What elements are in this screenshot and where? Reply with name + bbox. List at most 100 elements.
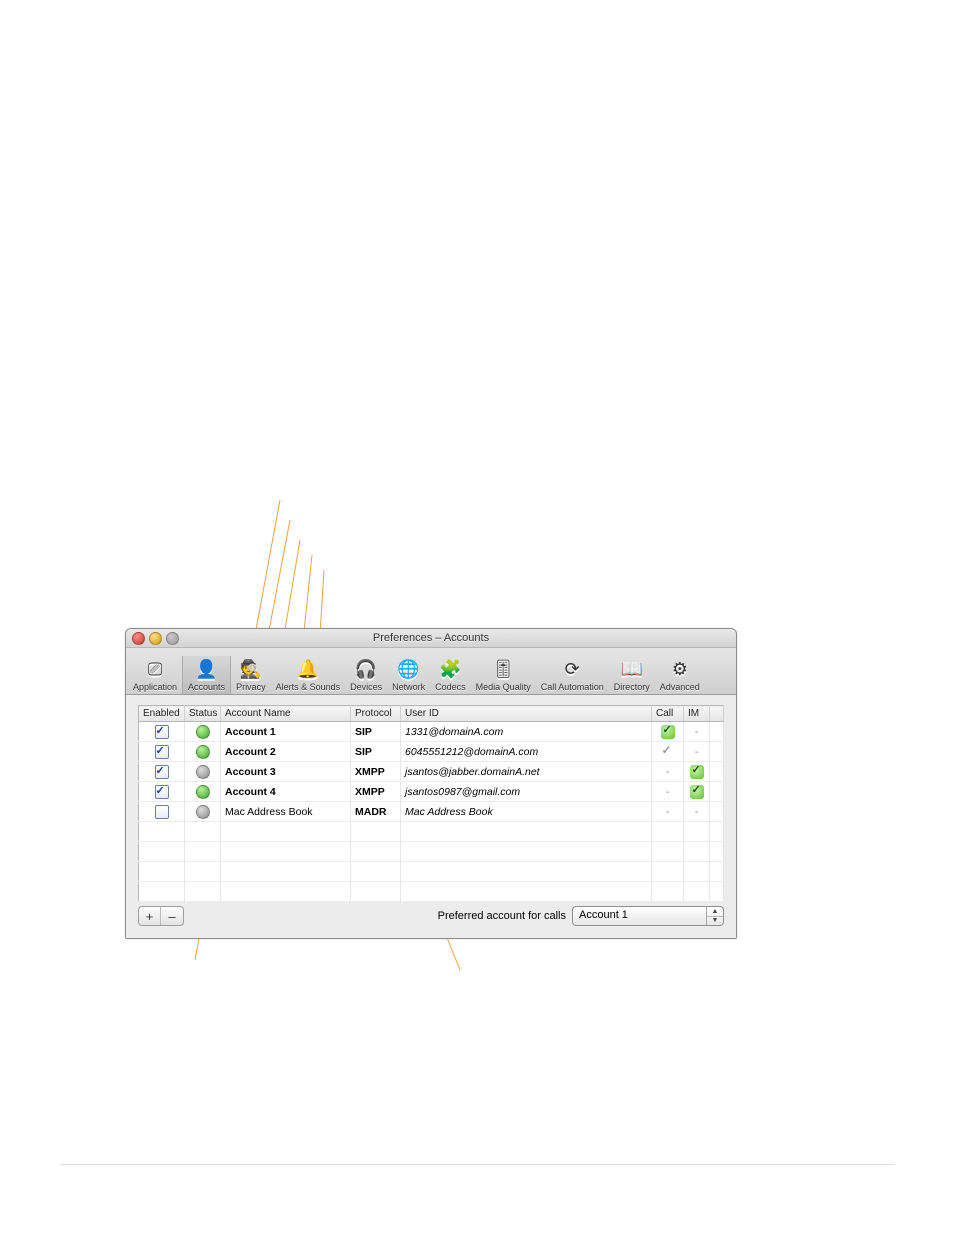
tab-label: Network [392, 682, 425, 692]
zoom-icon[interactable] [166, 632, 179, 645]
tab-accounts[interactable]: 👤Accounts [182, 656, 231, 694]
table-row[interactable]: Account 3XMPPjsantos@jabber.domainA.net- [139, 762, 724, 782]
account-name: Account 2 [225, 746, 276, 758]
dash-icon: - [666, 787, 669, 798]
table-row[interactable]: Account 2 SIP 6045551212@domainA.com - [139, 742, 724, 762]
preferred-account-value: Account 1 [573, 907, 706, 925]
stepper-icon: ▲▼ [706, 907, 723, 925]
callauto-icon: ⟳ [558, 656, 586, 682]
tab-label: Privacy [236, 682, 266, 692]
enabled-checkbox[interactable] [155, 725, 169, 739]
window-title: Preferences – Accounts [126, 629, 736, 647]
tab-label: Application [133, 682, 177, 692]
status-dot-icon [196, 765, 210, 779]
col-enabled[interactable]: Enabled [139, 706, 185, 722]
devices-icon: 🎧 [352, 656, 380, 682]
table-row[interactable]: Account 1 SIP 1331@domainA.com - [139, 722, 724, 742]
col-status[interactable]: Status [185, 706, 221, 722]
network-icon: 🌐 [395, 656, 423, 682]
user-id: 1331@domainA.com [405, 726, 503, 738]
remove-account-button[interactable]: – [161, 907, 183, 925]
preferred-account-select[interactable]: Account 1 ▲▼ [572, 906, 724, 926]
tab-advanced[interactable]: ⚙Advanced [655, 656, 705, 694]
col-im[interactable]: IM [684, 706, 710, 722]
prefs-toolbar: ⎚Application👤Accounts🕵️Privacy🔔Alerts & … [126, 648, 736, 695]
alerts-icon: 🔔 [294, 656, 322, 682]
tab-label: Accounts [188, 682, 225, 692]
col-scroll-spacer [710, 706, 724, 722]
account-name: Account 1 [225, 726, 276, 738]
enabled-checkbox[interactable] [155, 745, 169, 759]
tab-privacy[interactable]: 🕵️Privacy [231, 656, 271, 694]
codecs-icon: 🧩 [436, 656, 464, 682]
dash-icon: - [695, 727, 698, 738]
dash-icon: - [666, 767, 669, 778]
tab-label: Directory [614, 682, 650, 692]
enabled-checkbox[interactable] [155, 765, 169, 779]
preferred-account-label: Preferred account for calls [438, 910, 566, 922]
tab-devices[interactable]: 🎧Devices [345, 656, 387, 694]
tab-directory[interactable]: 📖Directory [609, 656, 655, 694]
protocol: SIP [355, 746, 372, 758]
directory-icon: 📖 [618, 656, 646, 682]
tab-label: Devices [350, 682, 382, 692]
advanced-icon: ⚙ [666, 656, 694, 682]
user-id: 6045551212@domainA.com [405, 746, 538, 758]
tab-label: Advanced [660, 682, 700, 692]
table-row-empty [139, 862, 724, 882]
tab-application[interactable]: ⎚Application [128, 656, 182, 694]
add-remove-group: + – [138, 906, 184, 926]
tab-codecs[interactable]: 🧩Codecs [430, 656, 471, 694]
page-footer-rule [60, 1164, 894, 1165]
check-green-icon [690, 765, 704, 779]
tab-callauto[interactable]: ⟳Call Automation [536, 656, 609, 694]
col-userid[interactable]: User ID [401, 706, 652, 722]
check-gray-icon [661, 745, 675, 759]
protocol: XMPP [355, 786, 385, 798]
accounts-table: Enabled Status Account Name Protocol Use… [138, 705, 724, 902]
tab-label: Alerts & Sounds [276, 682, 341, 692]
minimize-icon[interactable] [149, 632, 162, 645]
tab-label: Media Quality [476, 682, 531, 692]
tab-alerts[interactable]: 🔔Alerts & Sounds [271, 656, 346, 694]
accounts-pane: Enabled Status Account Name Protocol Use… [126, 695, 736, 938]
mediaq-icon: 🎚 [489, 656, 517, 682]
protocol: XMPP [355, 766, 385, 778]
preferences-window: Preferences – Accounts ⎚Application👤Acco… [125, 628, 737, 939]
enabled-checkbox[interactable] [155, 805, 169, 819]
status-dot-icon [196, 725, 210, 739]
status-dot-icon [196, 805, 210, 819]
user-id: Mac Address Book [405, 806, 493, 818]
col-protocol[interactable]: Protocol [351, 706, 401, 722]
accounts-icon: 👤 [193, 656, 221, 682]
enabled-checkbox[interactable] [155, 785, 169, 799]
table-row[interactable]: Account 4 XMPP jsantos0987@gmail.com - [139, 782, 724, 802]
protocol: MADR [355, 806, 387, 818]
col-call[interactable]: Call [652, 706, 684, 722]
privacy-icon: 🕵️ [237, 656, 265, 682]
application-icon: ⎚ [141, 656, 169, 682]
table-row-empty [139, 842, 724, 862]
status-dot-icon [196, 785, 210, 799]
tab-network[interactable]: 🌐Network [387, 656, 430, 694]
col-name[interactable]: Account Name [221, 706, 351, 722]
user-id: jsantos@jabber.domainA.net [405, 766, 540, 778]
check-green-icon [661, 725, 675, 739]
tab-label: Call Automation [541, 682, 604, 692]
dash-icon: - [695, 807, 698, 818]
table-row-empty [139, 882, 724, 902]
protocol: SIP [355, 726, 372, 738]
tab-mediaq[interactable]: 🎚Media Quality [471, 656, 536, 694]
account-name: Mac Address Book [225, 806, 313, 818]
titlebar: Preferences – Accounts [126, 629, 736, 648]
add-account-button[interactable]: + [139, 907, 161, 925]
table-row[interactable]: Mac Address Book MADR Mac Address Book - - [139, 802, 724, 822]
close-icon[interactable] [132, 632, 145, 645]
user-id: jsantos0987@gmail.com [405, 786, 520, 798]
account-name: Account 4 [225, 786, 276, 798]
check-green-icon [690, 785, 704, 799]
tab-label: Codecs [435, 682, 466, 692]
dash-icon: - [695, 747, 698, 758]
status-dot-icon [196, 745, 210, 759]
dash-icon: - [666, 807, 669, 818]
